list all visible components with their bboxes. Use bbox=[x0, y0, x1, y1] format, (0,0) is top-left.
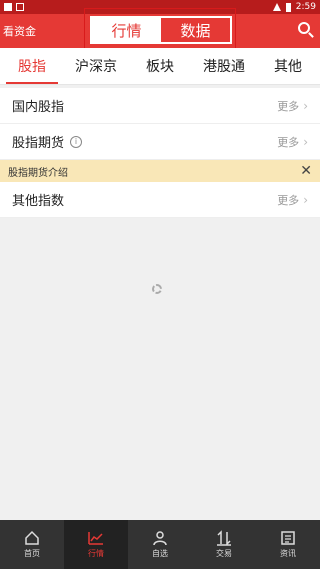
list-item[interactable]: 国内股指 更多 › bbox=[0, 88, 320, 124]
more-link[interactable]: 更多 › bbox=[277, 192, 308, 208]
tab-shanghai-shenzhen[interactable]: 沪深京 bbox=[64, 48, 128, 84]
more-link[interactable]: 更多 › bbox=[277, 98, 308, 114]
nav-news[interactable]: 资讯 bbox=[256, 520, 320, 569]
chart-icon bbox=[88, 532, 103, 545]
download-icon bbox=[16, 3, 24, 11]
info-icon[interactable]: i bbox=[70, 135, 83, 148]
chevron-right-icon: › bbox=[303, 134, 308, 149]
notification-icon bbox=[4, 3, 12, 11]
futures-intro-banner: 股指期货介绍 ✕ bbox=[0, 160, 320, 182]
banner-text: 股指期货介绍 bbox=[8, 167, 68, 179]
signal-icon bbox=[272, 3, 281, 11]
more-link[interactable]: 更多 › bbox=[277, 134, 308, 150]
header-left-link[interactable]: 看资金 bbox=[3, 23, 36, 39]
loading-spinner-icon bbox=[152, 284, 162, 294]
tab-index[interactable]: 股指 bbox=[0, 48, 64, 84]
status-time: 2:59 bbox=[295, 2, 316, 12]
index-list: 国内股指 更多 › 股指期货 i 更多 › 股指期货介绍 ✕ 其他指数 更多 › bbox=[0, 88, 320, 218]
search-icon[interactable] bbox=[298, 22, 310, 34]
row-label: 股指期货 bbox=[12, 136, 65, 151]
battery-icon bbox=[285, 2, 291, 12]
nav-market[interactable]: 行情 bbox=[64, 520, 128, 569]
segment-switch: 行情 数据 bbox=[90, 16, 232, 44]
news-icon bbox=[281, 531, 295, 545]
app-header: 看资金 行情 数据 bbox=[0, 8, 320, 50]
chevron-right-icon: › bbox=[303, 98, 308, 113]
tab-sector[interactable]: 板块 bbox=[128, 48, 192, 84]
nav-watchlist[interactable]: 自选 bbox=[128, 520, 192, 569]
chevron-right-icon: › bbox=[303, 192, 308, 207]
segment-market[interactable]: 行情 bbox=[92, 18, 161, 42]
tab-hk-connect[interactable]: 港股通 bbox=[192, 48, 256, 84]
trade-icon bbox=[217, 530, 231, 546]
user-icon bbox=[153, 531, 167, 546]
row-label: 其他指数 bbox=[12, 194, 65, 209]
home-icon bbox=[25, 530, 39, 545]
tab-other[interactable]: 其他 bbox=[256, 48, 320, 84]
close-icon[interactable]: ✕ bbox=[300, 163, 312, 179]
segment-data[interactable]: 数据 bbox=[161, 18, 230, 42]
bottom-nav: 首页 行情 自选 交易 资讯 bbox=[0, 520, 320, 569]
list-item[interactable]: 其他指数 更多 › bbox=[0, 182, 320, 218]
nav-home[interactable]: 首页 bbox=[0, 520, 64, 569]
nav-trade[interactable]: 交易 bbox=[192, 520, 256, 569]
category-tabs: 股指 沪深京 板块 港股通 其他 bbox=[0, 48, 320, 85]
list-item[interactable]: 股指期货 i 更多 › bbox=[0, 124, 320, 160]
row-label: 国内股指 bbox=[12, 100, 65, 115]
